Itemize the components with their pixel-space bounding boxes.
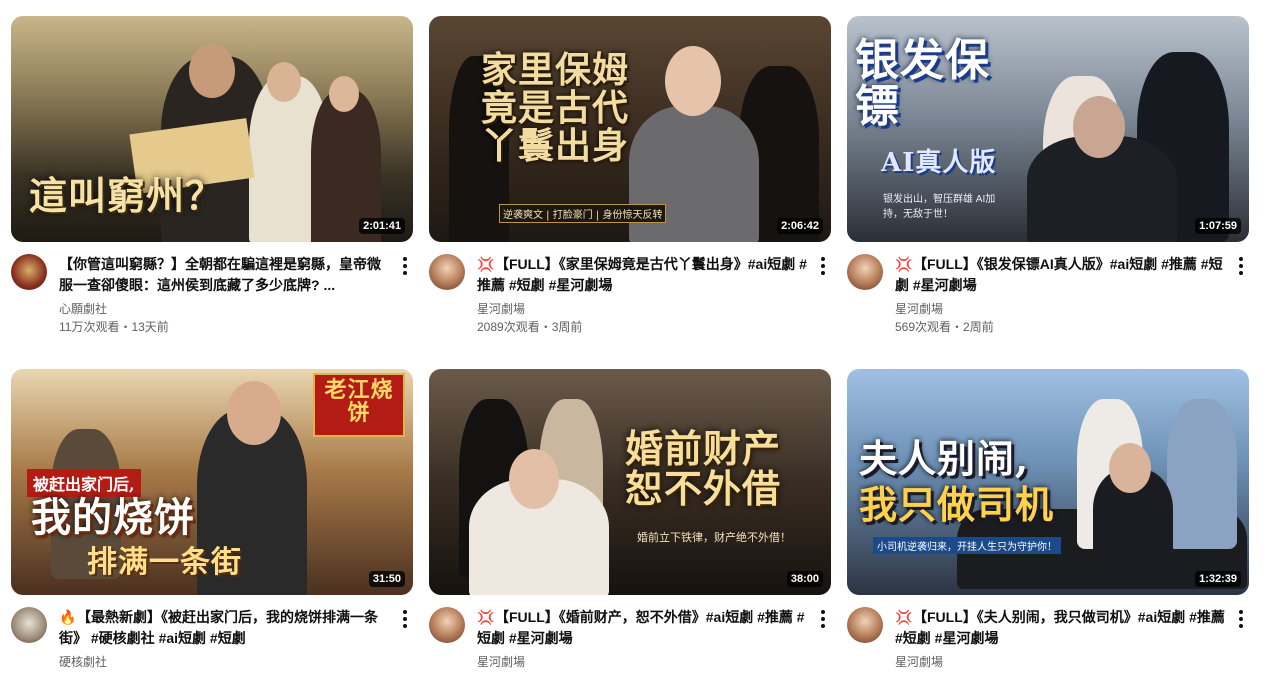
video-title[interactable]: 💢【FULL】《婚前财产，恕不外借》#ai短劇 #推薦 #短劇 #星河劇場 xyxy=(477,607,807,649)
video-card[interactable]: 银发保镖 AI真人版 银发出山，智压群雄 AI加持，无敌于世！ 1:07:59 … xyxy=(847,16,1249,334)
video-title-text: 【最熱新劇】《被赶出家门后，我的烧饼排满一条街》 #硬核劇社 #ai短劇 #短劇 xyxy=(59,609,378,646)
thumbnail-subtitle: 逆袭爽文 | 打脸豪门 | 身份惊天反转 xyxy=(499,204,667,223)
thumbnail-title-line2: 排满一条街 xyxy=(87,545,242,580)
video-duration: 2:06:42 xyxy=(777,218,823,234)
figure-shape xyxy=(189,44,235,98)
video-thumbnail[interactable]: 银发保镖 AI真人版 银发出山，智压群雄 AI加持，无敌于世！ 1:07:59 xyxy=(847,16,1249,242)
figure-shape xyxy=(1109,443,1151,493)
more-options-icon[interactable] xyxy=(815,254,831,278)
figure-shape xyxy=(509,449,559,509)
video-thumbnail[interactable]: 這叫窮州？ 2:01:41 xyxy=(11,16,413,242)
anger-emoji-icon: 💢 xyxy=(895,256,913,272)
thumbnail-title-text: 我的烧饼 xyxy=(31,494,195,541)
video-duration: 31:50 xyxy=(368,571,405,587)
channel-avatar[interactable] xyxy=(429,607,465,643)
video-stats: 11万次观看・13天前 xyxy=(59,320,169,334)
more-options-icon[interactable] xyxy=(397,254,413,278)
channel-avatar[interactable] xyxy=(429,254,465,290)
video-thumbnail[interactable]: 家里保姆竟是古代丫鬟出身 逆袭爽文 | 打脸豪门 | 身份惊天反转 2:06:4… xyxy=(429,16,831,242)
figure-shape xyxy=(227,381,281,445)
thumbnail-title-line2: 我只做司机 xyxy=(859,482,1055,527)
more-options-icon[interactable] xyxy=(1233,254,1249,278)
video-duration: 2:01:41 xyxy=(359,218,405,234)
video-card[interactable]: 家里保姆竟是古代丫鬟出身 逆袭爽文 | 打脸豪门 | 身份惊天反转 2:06:4… xyxy=(429,16,831,334)
thumbnail-title-line2: AI真人版 xyxy=(881,148,997,178)
figure-shape xyxy=(665,46,721,116)
thumbnail-subtitle: 婚前立下铁律，财产绝不外借！ xyxy=(637,531,791,544)
video-title[interactable]: 💢【FULL】《夫人别闹，我只做司机》#ai短劇 #推薦 #短劇 #星河劇場 xyxy=(895,607,1225,649)
video-stats: 2089次观看・3周前 xyxy=(477,320,583,334)
video-thumbnail[interactable]: 夫人别闹, 我只做司机 小司机逆袭归来，开挂人生只为守护你！ 1:32:39 xyxy=(847,369,1249,595)
figure-shape xyxy=(1073,96,1125,158)
thumbnail-subtitle: 银发出山，智压群雄 AI加持，无敌于世！ xyxy=(883,194,996,220)
more-options-icon[interactable] xyxy=(815,607,831,631)
video-title[interactable]: 💢【FULL】《家里保姆竟是古代丫鬟出身》#ai短劇 #推薦 #短劇 #星河劇場 xyxy=(477,254,807,296)
video-card[interactable]: 夫人别闹, 我只做司机 小司机逆袭归来，开挂人生只为守护你！ 1:32:39 💢… xyxy=(847,369,1249,687)
video-duration: 38:00 xyxy=(786,571,823,587)
video-title[interactable]: 🔥【最熱新劇】《被赶出家门后，我的烧饼排满一条街》 #硬核劇社 #ai短劇 #短… xyxy=(59,607,389,649)
thumbnail-top-text: 被赶出家门后, xyxy=(27,469,141,497)
thumbnail-title-text: 婚前财产恕不外借 xyxy=(625,426,782,511)
video-card[interactable]: 老江烧饼 被赶出家门后, 我的烧饼 排满一条街 31:50 🔥【最熱新劇】《被赶… xyxy=(11,369,413,687)
video-title-text: 【FULL】《婚前财产，恕不外借》#ai短劇 #推薦 #短劇 #星河劇場 xyxy=(477,609,805,646)
video-duration: 1:07:59 xyxy=(1195,218,1241,234)
more-options-icon[interactable] xyxy=(397,607,413,631)
figure-shape xyxy=(1167,399,1237,549)
anger-emoji-icon: 💢 xyxy=(477,609,495,625)
channel-avatar[interactable] xyxy=(11,607,47,643)
thumbnail-subtitle: 小司机逆袭归来，开挂人生只为守护你！ xyxy=(873,537,1061,554)
figure-shape xyxy=(329,76,359,112)
channel-name[interactable]: 星河劇場 xyxy=(477,300,807,318)
video-stats: 569次观看・2周前 xyxy=(895,320,994,334)
thumbnail-title-text: 這叫窮州？ xyxy=(29,173,225,218)
thumbnail-title-text: 银发保镖 xyxy=(855,35,990,133)
channel-avatar[interactable] xyxy=(847,254,883,290)
channel-avatar[interactable] xyxy=(11,254,47,290)
anger-emoji-icon: 💢 xyxy=(895,609,913,625)
video-title-text: 【FULL】《银发保镖AI真人版》#ai短劇 #推薦 #短劇 #星河劇場 xyxy=(895,256,1223,293)
thumbnail-title-text: 夫人别闹, xyxy=(859,436,1030,481)
channel-avatar[interactable] xyxy=(847,607,883,643)
video-duration: 1:32:39 xyxy=(1195,571,1241,587)
video-thumbnail[interactable]: 老江烧饼 被赶出家门后, 我的烧饼 排满一条街 31:50 xyxy=(11,369,413,595)
video-title[interactable]: 💢【FULL】《银发保镖AI真人版》#ai短劇 #推薦 #短劇 #星河劇場 xyxy=(895,254,1225,296)
figure-shape xyxy=(267,62,301,102)
thumbnail-sign-text: 老江烧饼 xyxy=(324,377,394,427)
video-title[interactable]: 【你管這叫窮縣？】全朝都在騙這裡是窮縣，皇帝微服一查卻傻眼：這州侯到底藏了多少底… xyxy=(59,254,389,296)
video-card[interactable]: 這叫窮州？ 2:01:41 【你管這叫窮縣？】全朝都在騙這裡是窮縣，皇帝微服一查… xyxy=(11,16,413,334)
anger-emoji-icon: 💢 xyxy=(477,256,495,272)
channel-name[interactable]: 心願劇社 xyxy=(59,300,389,318)
video-title-text: 【FULL】《家里保姆竟是古代丫鬟出身》#ai短劇 #推薦 #短劇 #星河劇場 xyxy=(477,256,807,293)
video-title-text: 【FULL】《夫人别闹，我只做司机》#ai短劇 #推薦 #短劇 #星河劇場 xyxy=(895,609,1225,646)
channel-name[interactable]: 星河劇場 xyxy=(895,300,1225,318)
thumbnail-title-text: 家里保姆竟是古代丫鬟出身 xyxy=(481,49,630,167)
more-options-icon[interactable] xyxy=(1233,607,1249,631)
fire-emoji-icon: 🔥 xyxy=(59,609,77,625)
video-thumbnail[interactable]: 婚前财产恕不外借 婚前立下铁律，财产绝不外借！ 38:00 xyxy=(429,369,831,595)
video-card[interactable]: 婚前财产恕不外借 婚前立下铁律，财产绝不外借！ 38:00 💢【FULL】《婚前… xyxy=(429,369,831,687)
